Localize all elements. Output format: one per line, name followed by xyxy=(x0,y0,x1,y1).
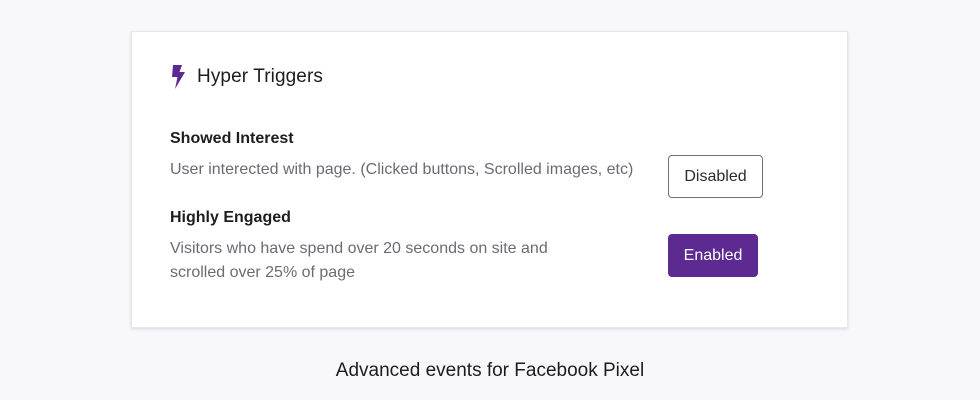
lightning-bolt-icon xyxy=(170,65,187,89)
trigger-description: Visitors who have spend over 20 seconds … xyxy=(170,240,548,281)
highly-engaged-toggle-button[interactable]: Enabled xyxy=(668,234,758,277)
hyper-triggers-card: Hyper Triggers Showed Interest User inte… xyxy=(131,31,848,328)
figure-caption: Advanced events for Facebook Pixel xyxy=(335,360,645,381)
card-title: Hyper Triggers xyxy=(197,66,323,87)
showed-interest-toggle-button[interactable]: Disabled xyxy=(668,155,763,198)
trigger-name: Showed Interest xyxy=(170,130,294,147)
card-header: Hyper Triggers xyxy=(170,65,323,89)
trigger-name: Highly Engaged xyxy=(170,209,291,226)
